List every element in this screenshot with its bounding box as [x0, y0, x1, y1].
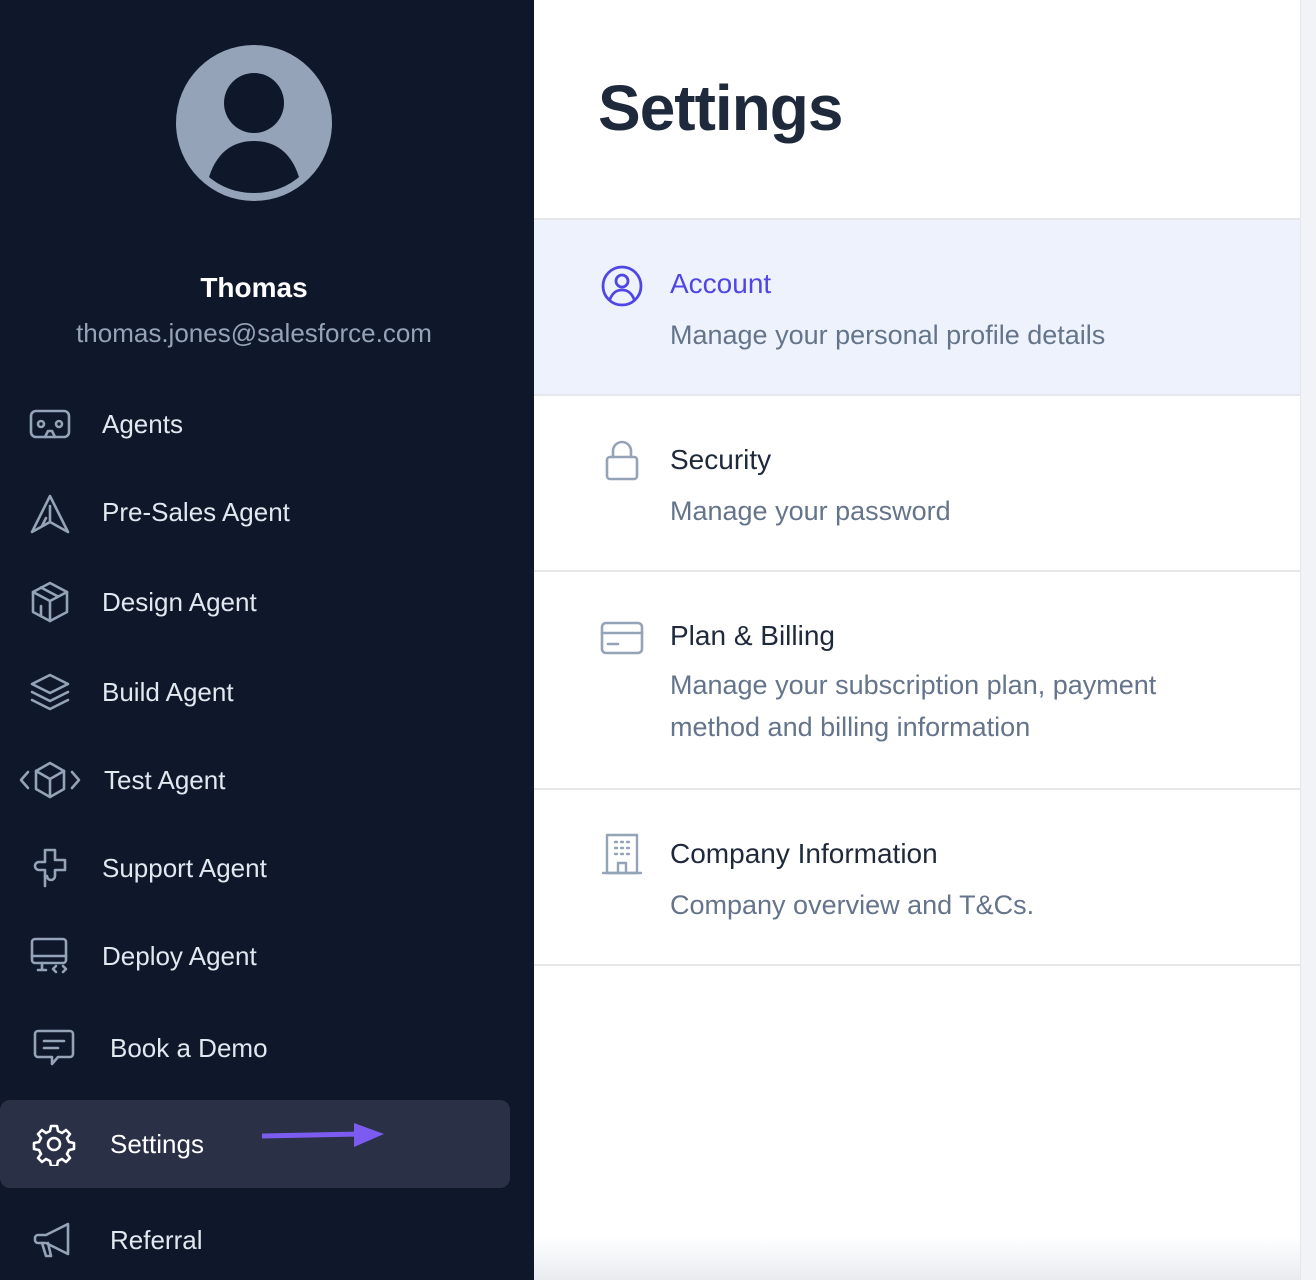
- layers-icon: [28, 670, 72, 714]
- settings-item-title: Plan & Billing: [670, 620, 835, 651]
- sidebar-item-referral[interactable]: Referral: [0, 1196, 510, 1280]
- settings-list: Account Manage your personal profile det…: [534, 218, 1300, 966]
- user-email: thomas.jones@salesforce.com: [76, 318, 432, 348]
- user-name: Thomas: [200, 272, 308, 303]
- sidebar-item-book-a-demo[interactable]: Book a Demo: [0, 1004, 510, 1092]
- sidebar-item-deploy-agent[interactable]: Deploy Agent: [0, 912, 510, 1000]
- sidebar-item-support-agent[interactable]: Support Agent: [0, 824, 510, 912]
- sidebar-item-test-agent[interactable]: Test Agent: [0, 736, 510, 824]
- lock-icon: [600, 438, 644, 482]
- sidebar-item-pre-sales-agent[interactable]: Pre-Sales Agent: [0, 468, 510, 556]
- user-circle-icon: [600, 264, 644, 308]
- paper-plane-icon: [28, 492, 72, 536]
- sidebar-item-agents[interactable]: Agents: [0, 380, 510, 468]
- building-icon: [600, 832, 644, 876]
- monitor-code-icon: [28, 934, 72, 978]
- chat-bubble-icon: [32, 1026, 76, 1070]
- sidebar-item-label: Build Agent: [102, 677, 234, 707]
- settings-item-plan-billing[interactable]: Plan & Billing Manage your subscription …: [534, 572, 1300, 790]
- code-cube-icon: [18, 758, 82, 802]
- sidebar-item-label: Agents: [102, 409, 183, 439]
- sidebar-item-label: Pre-Sales Agent: [102, 497, 290, 527]
- sidebar-item-label: Book a Demo: [110, 1033, 268, 1063]
- bottom-fade: [534, 1236, 1300, 1280]
- sidebar-item-label: Referral: [110, 1225, 203, 1255]
- vr-headset-icon: [28, 402, 72, 446]
- arrow-right-icon: [259, 1122, 386, 1150]
- settings-item-title: Security: [670, 444, 772, 475]
- settings-item-description: Company overview and T&Cs.: [670, 890, 1035, 920]
- settings-item-company-information[interactable]: Company Information Company overview and…: [534, 790, 1300, 966]
- puzzle-icon: [28, 846, 72, 890]
- sidebar-item-settings[interactable]: Settings: [0, 1100, 510, 1188]
- page-title: Settings: [598, 72, 843, 144]
- settings-item-description: Manage your subscription plan, payment m…: [670, 670, 1157, 742]
- sidebar-item-label: Support Agent: [102, 853, 267, 883]
- gear-icon: [32, 1122, 76, 1166]
- sidebar-item-design-agent[interactable]: Design Agent: [0, 558, 510, 646]
- sidebar-item-label: Test Agent: [104, 765, 226, 795]
- settings-item-account[interactable]: Account Manage your personal profile det…: [534, 220, 1300, 396]
- main-panel: Settings Account Manage your personal pr…: [534, 0, 1300, 1280]
- settings-item-security[interactable]: Security Manage your password: [534, 396, 1300, 572]
- settings-item-title: Account: [670, 268, 772, 299]
- sidebar-item-label: Design Agent: [102, 587, 257, 617]
- megaphone-icon: [32, 1218, 76, 1262]
- settings-item-description: Manage your password: [670, 496, 951, 526]
- credit-card-icon: [600, 616, 644, 660]
- settings-item-title: Company Information: [670, 838, 938, 869]
- sidebar-item-build-agent[interactable]: Build Agent: [0, 648, 510, 736]
- avatar-icon[interactable]: [176, 45, 332, 201]
- scrollbar-track[interactable]: [1300, 0, 1316, 1280]
- sidebar: Thomas thomas.jones@salesforce.com Agent…: [0, 0, 534, 1280]
- cube-icon: [28, 580, 72, 624]
- sidebar-item-label: Settings: [110, 1129, 204, 1159]
- settings-item-description: Manage your personal profile details: [670, 320, 1106, 350]
- sidebar-item-label: Deploy Agent: [102, 941, 257, 971]
